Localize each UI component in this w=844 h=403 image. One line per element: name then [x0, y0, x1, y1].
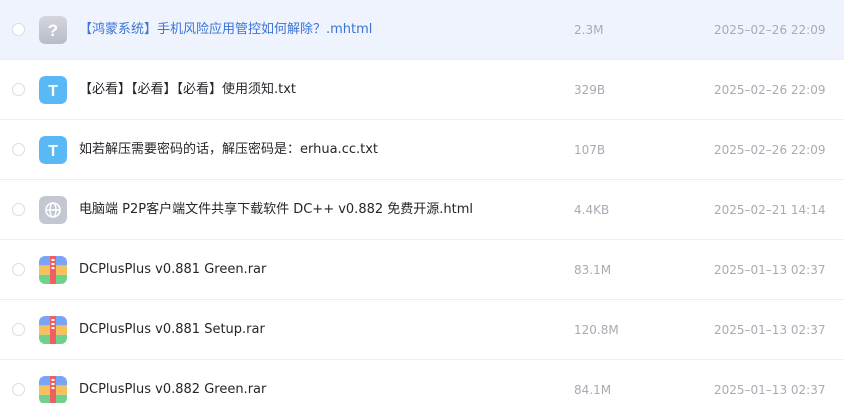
- file-name[interactable]: 【鸿蒙系统】手机风险应用管控如何解除？.mhtml: [79, 21, 372, 39]
- file-row[interactable]: T 【必看】【必看】【必看】使用须知.txt 329B 2025–02–26 2…: [0, 60, 844, 120]
- file-name[interactable]: DCPlusPlus v0.881 Setup.rar: [79, 321, 265, 339]
- web-file-icon: [39, 196, 67, 224]
- file-name[interactable]: 电脑端 P2P客户端文件共享下载软件 DC++ v0.882 免费开源.html: [79, 201, 473, 219]
- file-modified-time: 2025–01–13 02:37: [714, 383, 826, 397]
- file-size: 329B: [574, 83, 606, 97]
- row-checkbox[interactable]: [12, 263, 25, 276]
- text-file-icon-letter: T: [48, 143, 58, 160]
- row-checkbox[interactable]: [12, 143, 25, 156]
- row-checkbox[interactable]: [12, 83, 25, 96]
- file-row[interactable]: DCPlusPlus v0.882 Green.rar 84.1M 2025–0…: [0, 360, 844, 403]
- file-modified-time: 2025–01–13 02:37: [714, 263, 826, 277]
- file-row[interactable]: ? 【鸿蒙系统】手机风险应用管控如何解除？.mhtml 2.3M 2025–02…: [0, 0, 844, 60]
- file-name[interactable]: 如若解压需要密码的话，解压密码是：erhua.cc.txt: [79, 141, 378, 159]
- file-name[interactable]: DCPlusPlus v0.881 Green.rar: [79, 261, 266, 279]
- file-row[interactable]: T 如若解压需要密码的话，解压密码是：erhua.cc.txt 107B 202…: [0, 120, 844, 180]
- file-modified-time: 2025–01–13 02:37: [714, 323, 826, 337]
- svg-text:?: ?: [48, 21, 58, 40]
- file-size: 83.1M: [574, 263, 612, 277]
- file-modified-time: 2025–02–26 22:09: [714, 83, 826, 97]
- file-size: 120.8M: [574, 323, 619, 337]
- archive-file-icon: [39, 376, 67, 403]
- file-name[interactable]: DCPlusPlus v0.882 Green.rar: [79, 381, 266, 399]
- file-row[interactable]: DCPlusPlus v0.881 Setup.rar 120.8M 2025–…: [0, 300, 844, 360]
- text-file-icon-letter: T: [48, 83, 58, 100]
- row-checkbox[interactable]: [12, 383, 25, 396]
- text-file-icon: T: [39, 76, 67, 104]
- file-row[interactable]: DCPlusPlus v0.881 Green.rar 83.1M 2025–0…: [0, 240, 844, 300]
- file-row[interactable]: 电脑端 P2P客户端文件共享下载软件 DC++ v0.882 免费开源.html…: [0, 180, 844, 240]
- file-modified-time: 2025–02–26 22:09: [714, 23, 826, 37]
- text-file-icon: T: [39, 136, 67, 164]
- archive-file-icon: [39, 316, 67, 344]
- file-size: 107B: [574, 143, 606, 157]
- file-size: 2.3M: [574, 23, 604, 37]
- row-checkbox[interactable]: [12, 23, 25, 36]
- row-checkbox[interactable]: [12, 323, 25, 336]
- file-modified-time: 2025–02–26 22:09: [714, 143, 826, 157]
- file-size: 4.4KB: [574, 203, 610, 217]
- file-size: 84.1M: [574, 383, 612, 397]
- row-checkbox[interactable]: [12, 203, 25, 216]
- file-name[interactable]: 【必看】【必看】【必看】使用须知.txt: [79, 81, 296, 99]
- unknown-file-icon: ?: [39, 16, 67, 44]
- file-modified-time: 2025–02–21 14:14: [714, 203, 826, 217]
- file-list: ? 【鸿蒙系统】手机风险应用管控如何解除？.mhtml 2.3M 2025–02…: [0, 0, 844, 403]
- archive-file-icon: [39, 256, 67, 284]
